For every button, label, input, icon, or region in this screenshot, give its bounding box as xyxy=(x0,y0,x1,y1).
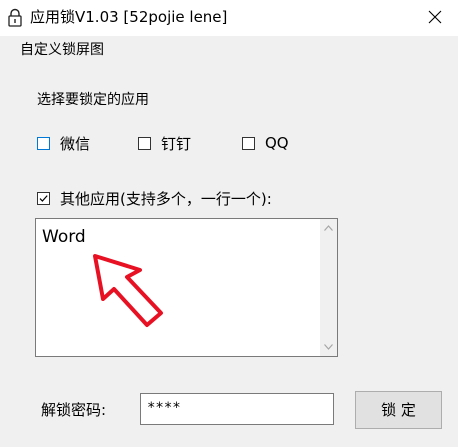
menu-item-custom-lock-screen[interactable]: 自定义锁屏图 xyxy=(20,40,104,60)
checkbox-label-other-apps: 其他应用(支持多个，一行一个): xyxy=(60,189,272,208)
checkbox-box[interactable] xyxy=(138,136,151,150)
padlock-icon xyxy=(8,8,22,27)
checkbox-label-qq: QQ xyxy=(265,134,289,152)
checkbox-other-apps[interactable]: 其他应用(支持多个，一行一个): xyxy=(37,187,272,209)
window-title: 应用锁V1.03 [52pojie lene] xyxy=(30,8,228,26)
close-button[interactable] xyxy=(412,0,458,36)
lock-button[interactable]: 锁 定 xyxy=(355,391,442,429)
vertical-scrollbar[interactable] xyxy=(320,219,337,356)
other-apps-value: Word xyxy=(42,227,86,247)
password-label: 解锁密码: xyxy=(41,401,107,419)
checkbox-dingtalk[interactable]: 钉钉 xyxy=(138,132,191,154)
title-bar[interactable]: 应用锁V1.03 [52pojie lene] xyxy=(0,0,458,36)
checkbox-box[interactable] xyxy=(37,136,50,150)
select-apps-label: 选择要锁定的应用 xyxy=(37,92,149,108)
menu-bar: 自定义锁屏图 xyxy=(0,36,458,64)
checkbox-wechat[interactable]: 微信 xyxy=(37,132,90,154)
scroll-down-icon[interactable] xyxy=(324,344,333,350)
password-input[interactable]: **** xyxy=(140,393,334,425)
app-lock-window: 应用锁V1.03 [52pojie lene] 自定义锁屏图 选择要锁定的应用 … xyxy=(0,0,458,447)
checkmark-icon xyxy=(39,194,48,202)
scroll-up-icon[interactable] xyxy=(324,225,333,231)
close-icon xyxy=(428,10,442,24)
checkbox-label-dingtalk: 钉钉 xyxy=(161,134,192,153)
checkbox-label-wechat: 微信 xyxy=(60,134,91,153)
checkbox-box[interactable] xyxy=(37,191,50,205)
other-apps-textarea[interactable]: Word xyxy=(35,218,338,357)
checkbox-qq[interactable]: QQ xyxy=(242,132,289,154)
red-arrow-annotation-icon xyxy=(93,254,163,327)
checkbox-box[interactable] xyxy=(242,136,255,150)
